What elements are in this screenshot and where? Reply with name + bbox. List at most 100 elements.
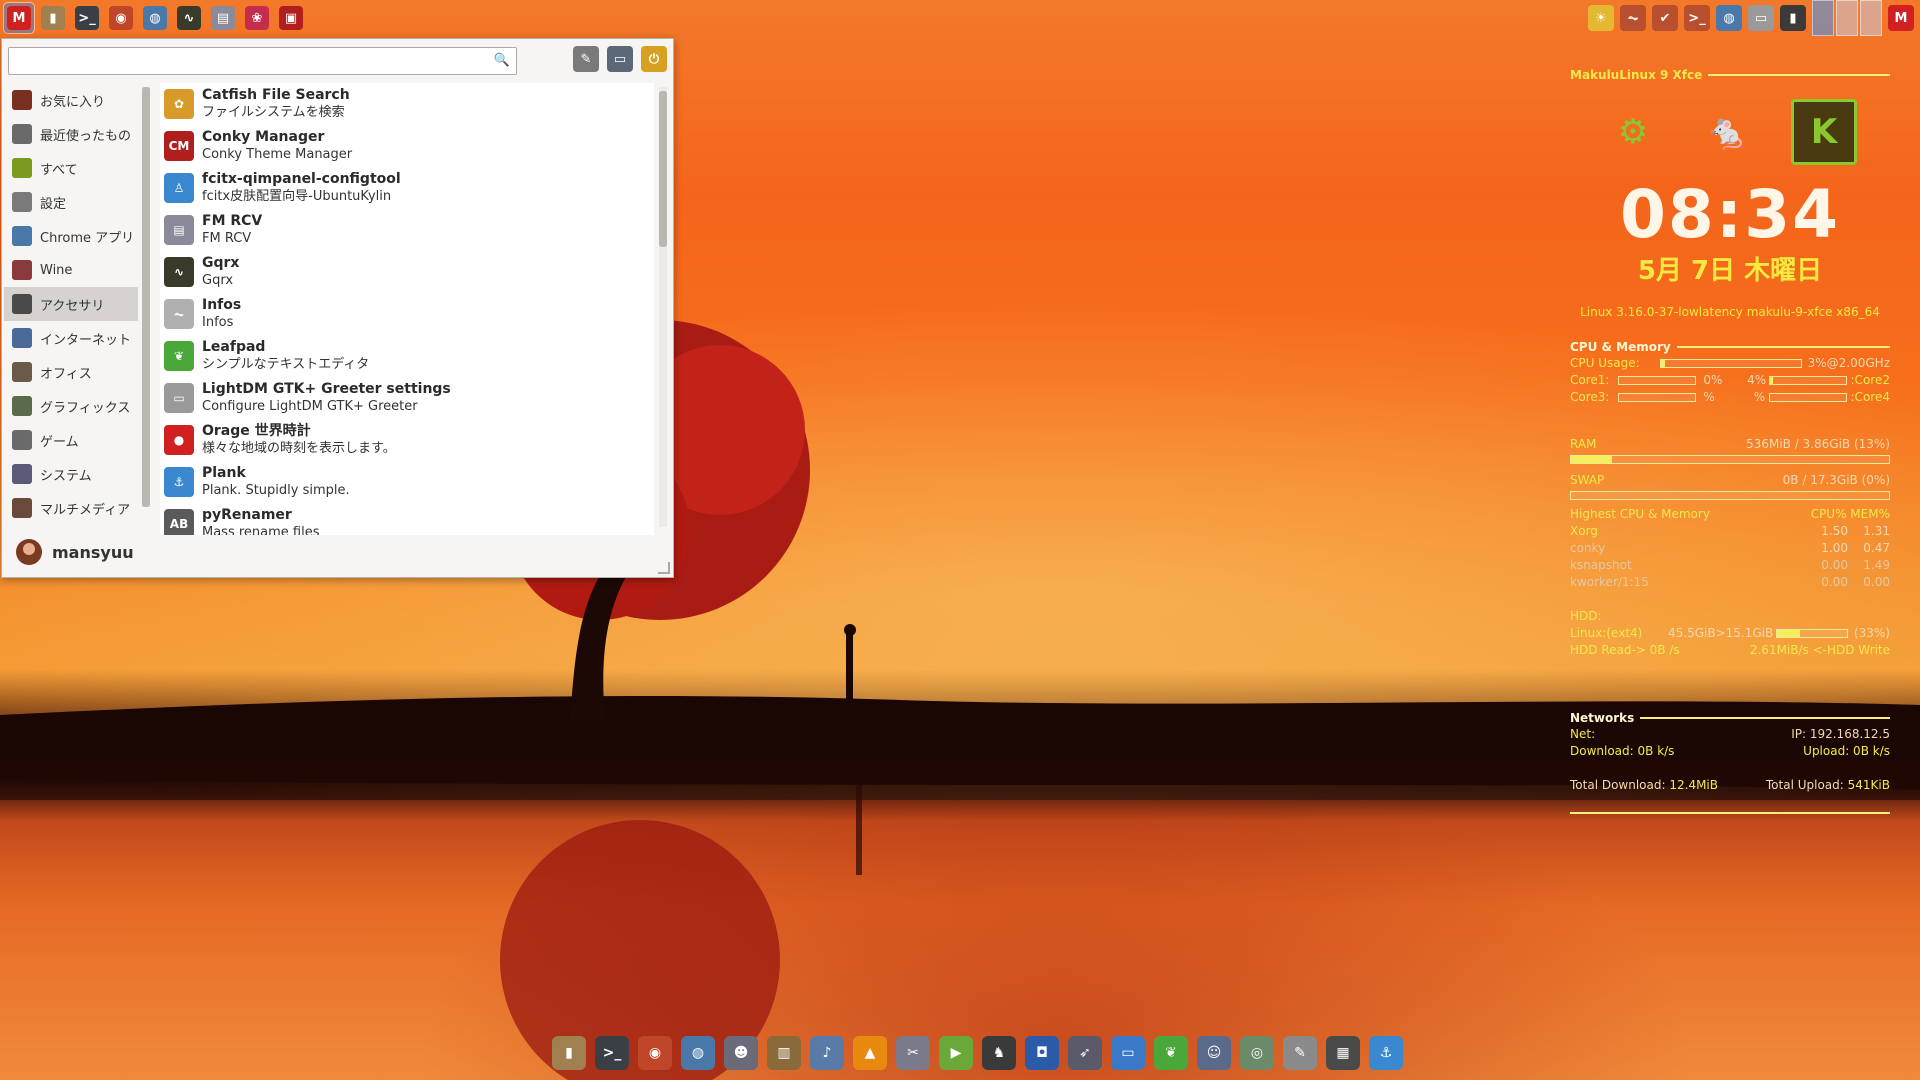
category-item[interactable]: Chrome アプリ bbox=[4, 219, 138, 253]
chrome-apps-icon bbox=[12, 226, 32, 246]
rocket-dock-icon[interactable]: ➶ bbox=[1068, 1036, 1102, 1070]
category-item[interactable]: インターネット bbox=[4, 321, 138, 355]
workspace-switcher[interactable] bbox=[1812, 0, 1882, 36]
firefox-dock-icon[interactable]: ◉ bbox=[638, 1036, 672, 1070]
makulu-logo-button[interactable]: M bbox=[1888, 5, 1914, 31]
category-item[interactable]: お気に入り bbox=[4, 83, 138, 117]
app-description: Plank. Stupidly simple. bbox=[202, 483, 350, 498]
category-item[interactable]: ゲーム bbox=[4, 423, 138, 457]
category-item[interactable]: 設定 bbox=[4, 185, 138, 219]
raspberry-icon: ❀ bbox=[245, 6, 269, 30]
category-item[interactable]: すべて bbox=[4, 151, 138, 185]
vlc-dock-icon[interactable]: ▲ bbox=[853, 1036, 887, 1070]
workspace-2[interactable] bbox=[1836, 0, 1858, 36]
panel-launcher[interactable]: ▤ bbox=[208, 3, 238, 33]
prompt-icon[interactable]: >_ bbox=[1684, 5, 1710, 31]
panel-launcher[interactable]: M bbox=[3, 2, 35, 34]
activity-icon[interactable]: ⏦ bbox=[1620, 5, 1646, 31]
panel-launcher[interactable]: ▮ bbox=[38, 3, 68, 33]
user-dock-icon[interactable]: ☺ bbox=[1197, 1036, 1231, 1070]
search-input[interactable] bbox=[13, 50, 487, 74]
internet-icon bbox=[12, 328, 32, 348]
category-label: Wine bbox=[40, 262, 73, 278]
trash-dock-icon[interactable]: ▮ bbox=[552, 1036, 586, 1070]
workspace-1[interactable] bbox=[1812, 0, 1834, 36]
category-scrollbar[interactable] bbox=[142, 87, 150, 507]
app-item[interactable]: AB pyRenamer Mass rename files bbox=[160, 503, 654, 535]
process-name: ksnapshot bbox=[1570, 558, 1632, 572]
clock-date: 5月 7日 木曜日 bbox=[1637, 256, 1823, 286]
panel-launcher[interactable]: ∿ bbox=[174, 3, 204, 33]
app-name: Orage 世界時計 bbox=[202, 423, 311, 439]
category-item[interactable]: グラフィックス bbox=[4, 389, 138, 423]
app-item[interactable]: ▭ LightDM GTK+ Greeter settings Configure … bbox=[160, 377, 654, 419]
bird-icon[interactable]: ✔ bbox=[1652, 5, 1678, 31]
category-label: マルチメディア bbox=[40, 502, 131, 518]
panel-launcher[interactable]: ▣ bbox=[276, 3, 306, 33]
plank-dock-icon[interactable]: ⚓ bbox=[1369, 1036, 1403, 1070]
tux-dock-icon[interactable]: ♞ bbox=[982, 1036, 1016, 1070]
app-text: FM RCV FM RCV bbox=[202, 213, 262, 247]
app-item[interactable]: ⚓ Plank Plank. Stupidly simple. bbox=[160, 461, 654, 503]
app-item[interactable]: ✿ Catfish File Search ファイルシステムを検索 bbox=[160, 83, 654, 125]
user-info[interactable]: mansyuu bbox=[16, 539, 134, 565]
panel-launcher[interactable]: ❀ bbox=[242, 3, 272, 33]
weather-icon[interactable]: ☀ bbox=[1588, 5, 1614, 31]
process-row: Xorg 1.50 1.31 bbox=[1570, 523, 1890, 540]
app-list-scrollbar[interactable] bbox=[659, 87, 667, 527]
app-item[interactable]: ● Orage 世界時計 様々な地域の時刻を表示します。 bbox=[160, 419, 654, 461]
leaf-dock-icon[interactable]: ❦ bbox=[1154, 1036, 1188, 1070]
category-item[interactable]: マルチメディア bbox=[4, 491, 138, 525]
panel-launcher[interactable]: ◍ bbox=[140, 3, 170, 33]
display-dock-icon[interactable]: ▭ bbox=[1111, 1036, 1145, 1070]
process-stats: 0.00 0.00 bbox=[1821, 574, 1890, 591]
process-cpu: 0.00 bbox=[1821, 558, 1849, 572]
favorites-icon bbox=[12, 90, 32, 110]
category-item[interactable]: アクセサリ bbox=[4, 287, 138, 321]
panel-launcher[interactable]: ◉ bbox=[106, 3, 136, 33]
category-item[interactable]: 最近使ったもの bbox=[4, 117, 138, 151]
screenshot-dock-icon[interactable]: ◘ bbox=[1025, 1036, 1059, 1070]
application-menu: 🔍 ✎ ▭ ⏻ お気に入り 最近使ったもの すべて 設定 Chrome アプリ Wine アクセ… bbox=[1, 38, 674, 578]
kodi-dock-icon[interactable]: ☻ bbox=[724, 1036, 758, 1070]
search-icon[interactable]: 🔍 bbox=[494, 53, 510, 68]
hdd-fs-row: Linux:(ext4) 45.5GiB>15.1GiB (33%) bbox=[1570, 625, 1890, 642]
workspaces-dock-icon[interactable]: ▦ bbox=[1326, 1036, 1360, 1070]
battery-icon[interactable]: ▮ bbox=[1780, 5, 1806, 31]
scrollbar-thumb[interactable] bbox=[659, 91, 667, 247]
card-icon[interactable]: ▭ bbox=[1748, 5, 1774, 31]
category-item[interactable]: システム bbox=[4, 457, 138, 491]
app-item[interactable]: ♙ fcitx-qimpanel-configtool fcitx皮肤配置向导-Ub… bbox=[160, 167, 654, 209]
total-download-label: Total Download: bbox=[1570, 778, 1666, 792]
lock-screen-icon[interactable]: ▭ bbox=[607, 46, 633, 72]
network-dock-icon[interactable]: ◎ bbox=[1240, 1036, 1274, 1070]
browser-dock-icon[interactable]: ◍ bbox=[681, 1036, 715, 1070]
logout-icon[interactable]: ⏻ bbox=[641, 46, 667, 72]
process-list: Xorg 1.50 1.31 conky 1.00 0.47 ksnapshot 0.00… bbox=[1570, 523, 1890, 591]
media-player-dock-icon[interactable]: ▶ bbox=[939, 1036, 973, 1070]
app-item[interactable]: CM Conky Manager Conky Theme Manager bbox=[160, 125, 654, 167]
archive-dock-icon[interactable]: ▥ bbox=[767, 1036, 801, 1070]
settings-manager-icon[interactable]: ✎ bbox=[573, 46, 599, 72]
settings-dock-icon[interactable]: ✎ bbox=[1283, 1036, 1317, 1070]
terminal-dock-icon[interactable]: >_ bbox=[595, 1036, 629, 1070]
process-row: conky 1.00 0.47 bbox=[1570, 540, 1890, 557]
guitar-dock-icon[interactable]: ♪ bbox=[810, 1036, 844, 1070]
gqrx-icon: ∿ bbox=[164, 257, 194, 287]
app-name: Conky Manager bbox=[202, 129, 325, 145]
category-label: Chrome アプリ bbox=[40, 230, 135, 246]
category-item[interactable]: オフィス bbox=[4, 355, 138, 389]
tools-dock-icon[interactable]: ✂ bbox=[896, 1036, 930, 1070]
app-item[interactable]: ❦ Leafpad シンプルなテキストエディタ bbox=[160, 335, 654, 377]
process-cpu: 1.50 bbox=[1821, 524, 1849, 538]
makulu-logo-icon: M bbox=[1888, 5, 1914, 31]
app-item[interactable]: ⏦ Infos Infos bbox=[160, 293, 654, 335]
panel-launcher[interactable]: >_ bbox=[72, 3, 102, 33]
app-item[interactable]: ▤ FM RCV FM RCV bbox=[160, 209, 654, 251]
resize-grip[interactable] bbox=[658, 562, 670, 574]
network-globe-icon[interactable]: ◍ bbox=[1716, 5, 1742, 31]
category-item[interactable]: Wine bbox=[4, 253, 138, 287]
workspace-3[interactable] bbox=[1860, 0, 1882, 36]
app-name: FM RCV bbox=[202, 213, 263, 229]
app-item[interactable]: ∿ Gqrx Gqrx bbox=[160, 251, 654, 293]
